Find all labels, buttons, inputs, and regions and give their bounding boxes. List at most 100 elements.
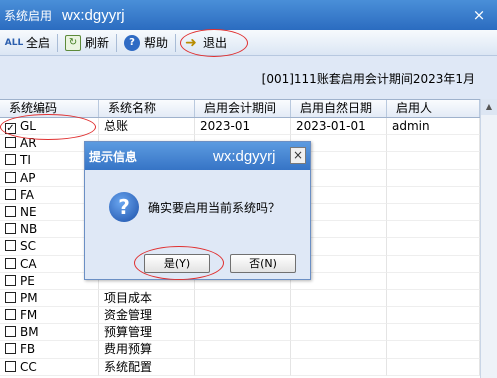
question-icon: ? [109,192,139,222]
row-name: 资金管理 [99,307,195,325]
row-user [387,324,480,342]
table-row[interactable]: FM 资金管理 [0,307,480,325]
row-date [291,341,387,359]
enable-checkbox[interactable] [5,154,16,166]
enable-checkbox[interactable] [5,240,16,252]
table-row[interactable]: PM 项目成本 [0,289,480,308]
vertical-scrollbar[interactable]: ▲ [480,99,497,378]
system-code: FA [20,187,35,202]
row-date: 2023-01-01 [291,118,387,136]
help-label: 帮助 [144,36,169,50]
yes-button[interactable]: 是(Y) [144,254,210,273]
row-code: PM [0,289,99,308]
enable-checkbox[interactable] [5,257,16,269]
row-user [387,272,480,290]
dialog-title: 提示信息 [89,149,138,164]
period-info: [001]111账套启用会计期间2023年1月 [261,72,475,86]
system-code: NB [20,222,38,237]
enable-checkbox[interactable] [5,171,16,183]
no-button[interactable]: 否(N) [230,254,296,273]
help-button[interactable]: ? 帮助 [120,32,172,54]
system-code: NE [20,204,37,219]
exit-icon: ➜ [185,34,197,51]
row-user [387,135,480,153]
system-code: CA [20,256,37,271]
row-period [195,307,291,325]
exit-button[interactable]: ➜ 退出 [179,32,231,54]
table-header: 系统编码 系统名称 启用会计期间 启用自然日期 启用人 [0,100,480,118]
row-user [387,255,480,273]
row-name: 总账 [99,118,195,136]
row-user [387,307,480,325]
row-date [291,307,387,325]
row-user [387,341,480,359]
system-code: PE [20,273,35,288]
toolbar: ALL 全启 ↻ 刷新 ? 帮助 ➜ 退出 [0,30,497,56]
system-code: CC [20,359,37,374]
dialog-watermark: wx:dgyyrj [213,147,276,165]
enable-checkbox[interactable] [5,188,16,200]
dialog-titlebar: 提示信息 wx:dgyyrj × [85,142,310,170]
row-name: 项目成本 [99,289,195,308]
enable-checkbox[interactable] [5,343,16,355]
row-user [387,152,480,170]
row-date [291,358,387,376]
row-period [195,289,291,308]
row-user [387,186,480,204]
window-close-button[interactable]: × [471,7,487,23]
row-name: 费用预算 [99,341,195,359]
row-code: BM [0,324,99,342]
row-period [195,324,291,342]
enable-checkbox[interactable] [5,205,16,217]
refresh-button[interactable]: ↻ 刷新 [61,32,113,54]
enable-checkbox[interactable] [5,360,16,372]
enable-all-button[interactable]: ALL 全启 [2,32,54,54]
enable-all-icon: ALL [4,37,24,48]
row-name: 预算管理 [99,324,195,342]
enable-checkbox[interactable] [5,326,16,338]
header-user[interactable]: 启用人 [387,100,480,117]
system-code: BM [20,325,39,340]
header-code[interactable]: 系统编码 [0,100,99,117]
enable-checkbox[interactable] [5,274,16,286]
row-user [387,203,480,222]
table-row[interactable]: FB 费用预算 [0,341,480,359]
system-code: PM [20,290,38,305]
row-period [195,341,291,359]
table-row[interactable]: ✓ GL 总账 2023-01 2023-01-01 admin [0,118,480,136]
toolbar-divider [116,33,118,52]
row-name: 系统配置 [99,358,195,376]
system-code: FM [20,308,38,323]
system-code: AP [20,170,36,185]
row-date [291,324,387,342]
header-name[interactable]: 系统名称 [99,100,195,117]
row-user [387,169,480,187]
table-row[interactable]: CC 系统配置 [0,358,480,376]
row-user [387,289,480,308]
refresh-icon: ↻ [65,34,82,51]
row-date [291,289,387,308]
system-code: AR [20,136,37,151]
system-code: TI [20,153,31,168]
system-code: SC [20,239,36,254]
table-row[interactable]: BM 预算管理 [0,324,480,342]
window-titlebar: 系统启用 wx:dgyyrj × [0,0,497,30]
header-period[interactable]: 启用会计期间 [195,100,291,117]
enable-checkbox[interactable]: ✓ [5,123,16,134]
enable-checkbox[interactable] [5,291,16,303]
help-icon: ? [124,34,141,51]
header-date[interactable]: 启用自然日期 [291,100,387,117]
row-code: FM [0,307,99,325]
window-watermark: wx:dgyyrj [62,6,125,24]
enable-checkbox[interactable] [5,223,16,235]
dialog-close-button[interactable]: × [290,147,306,164]
enable-checkbox[interactable] [5,137,16,149]
row-code: ✓ GL [0,118,99,136]
window-title: 系统启用 [4,8,53,23]
row-user [387,238,480,256]
refresh-label: 刷新 [85,36,110,50]
scroll-up-icon[interactable]: ▲ [481,99,497,115]
row-user [387,221,480,239]
row-code: FB [0,341,99,359]
enable-checkbox[interactable] [5,309,16,321]
